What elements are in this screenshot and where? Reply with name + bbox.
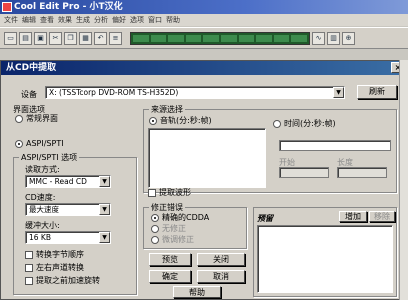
- checkbox-label: 提取之前加速旋转: [36, 276, 100, 285]
- add-button[interactable]: 增加: [339, 211, 367, 222]
- vertical-scrollbar[interactable]: [399, 60, 408, 300]
- checkbox-icon: [25, 250, 33, 259]
- time-radio-label: 时间(分:秒:帧): [284, 119, 336, 128]
- refresh-button[interactable]: 刷新: [357, 85, 397, 99]
- chevron-down-icon: ▼: [333, 87, 344, 98]
- interface-option-standard[interactable]: 常规界面: [15, 114, 58, 124]
- device-select-value: X: (TSSTcorp DVD-ROM TS-H352D): [49, 88, 179, 97]
- toolbar-spectrum-icon[interactable]: ▥: [327, 31, 340, 45]
- toolbar-zoom-icon[interactable]: ⊕: [342, 31, 355, 45]
- help-button[interactable]: 帮助: [173, 286, 221, 298]
- toolbar-undo-icon[interactable]: ↶: [94, 31, 107, 45]
- time-radio[interactable]: 时间(分:秒:帧): [273, 119, 336, 129]
- checkbox-icon: [148, 188, 156, 197]
- app-toolbar: ▭ ▤ ▣ ✂ ❐ ▦ ↶ ≡ ∿ ▥ ⊕: [0, 27, 408, 49]
- menu-item[interactable]: 选项: [130, 14, 144, 26]
- toolbar-open-icon[interactable]: ▤: [19, 31, 32, 45]
- toolbar-cut-icon[interactable]: ✂: [49, 31, 62, 45]
- dialog-title: 从CD中提取: [6, 63, 57, 73]
- app-title: Cool Edit Pro - 小T汉化: [14, 2, 123, 12]
- checkbox-icon: [25, 263, 33, 272]
- dialog-title-bar: 从CD中提取 ×: [1, 61, 407, 75]
- length-field[interactable]: [337, 167, 387, 178]
- radio-icon: [151, 235, 159, 244]
- app-icon: [2, 2, 12, 12]
- source-group-title: 来源选择: [149, 104, 185, 115]
- radio-icon: [273, 119, 281, 128]
- cancel-button[interactable]: 取消: [197, 270, 245, 283]
- remove-button[interactable]: 移除: [369, 211, 395, 222]
- menu-item[interactable]: 编辑: [22, 14, 36, 26]
- radio-icon: [15, 114, 23, 123]
- chevron-down-icon: ▼: [99, 176, 110, 187]
- correction-option-accurate[interactable]: 精确的CDDA: [151, 213, 209, 223]
- app-title-bar: Cool Edit Pro - 小T汉化: [0, 0, 408, 14]
- correction-group-title: 修正错误: [149, 202, 185, 213]
- toolbar-copy-icon[interactable]: ❐: [64, 31, 77, 45]
- device-label: 设备: [21, 90, 37, 99]
- menu-item[interactable]: 效果: [58, 14, 72, 26]
- read-mode-value: MMC - Read CD: [29, 177, 87, 186]
- interface-option-label: ASPI/SPTI: [26, 139, 64, 148]
- checkbox-label: 左右声道转换: [36, 263, 84, 272]
- read-mode-select[interactable]: MMC - Read CD ▼: [25, 175, 111, 188]
- app-menu-bar: 文件 编辑 查看 效果 生成 分析 偏好 选项 窗口 帮助: [0, 14, 408, 26]
- extract-waveform-label: 提取波形: [159, 188, 191, 197]
- radio-selected-icon: [149, 116, 157, 125]
- toolbar-new-icon[interactable]: ▭: [4, 31, 17, 45]
- menu-item[interactable]: 偏好: [112, 14, 126, 26]
- correction-option-none[interactable]: 无修正: [151, 224, 186, 234]
- radio-selected-icon: [151, 213, 159, 222]
- extract-cd-dialog: 从CD中提取 × 设备 X: (TSSTcorp DVD-ROM TS-H352…: [0, 60, 408, 300]
- buffer-size-value: 16 KB: [29, 233, 51, 242]
- radio-selected-icon: [15, 139, 23, 148]
- track-radio-label: 音轨(分:秒:帧): [160, 116, 212, 125]
- track-list[interactable]: [148, 128, 266, 188]
- correction-option-label: 精确的CDDA: [162, 213, 210, 222]
- cd-speed-select[interactable]: 最大速度 ▼: [25, 203, 111, 216]
- checkbox-icon: [25, 276, 33, 285]
- close-button[interactable]: 关闭: [197, 253, 245, 266]
- start-field[interactable]: [279, 167, 329, 178]
- cd-speed-value: 最大速度: [29, 205, 59, 214]
- preview-button[interactable]: 预览: [149, 253, 191, 266]
- toolbar-mix-icon[interactable]: ≡: [109, 31, 122, 45]
- chevron-down-icon: ▼: [99, 232, 110, 243]
- toolbar-effects-strip[interactable]: [130, 31, 310, 45]
- track-radio[interactable]: 音轨(分:秒:帧): [149, 116, 212, 126]
- buffer-size-select[interactable]: 16 KB ▼: [25, 231, 111, 244]
- buffer-size-label: 缓冲大小:: [25, 221, 60, 230]
- menu-item[interactable]: 查看: [40, 14, 54, 26]
- queue-label: 预留: [257, 214, 273, 223]
- menu-item[interactable]: 窗口: [148, 14, 162, 26]
- correction-option-label: 无修正: [162, 224, 186, 233]
- device-select[interactable]: X: (TSSTcorp DVD-ROM TS-H352D) ▼: [45, 86, 345, 99]
- interface-option-label: 常规界面: [26, 114, 58, 123]
- read-mode-label: 读取方式:: [25, 165, 60, 174]
- cd-speed-label: CD速度:: [25, 193, 56, 202]
- menu-item[interactable]: 生成: [76, 14, 90, 26]
- time-range-field[interactable]: [279, 140, 391, 151]
- interface-option-aspi[interactable]: ASPI/SPTI: [15, 139, 64, 149]
- checkbox-label: 转换字节顺序: [36, 250, 84, 259]
- radio-icon: [151, 224, 159, 233]
- swap-channels-checkbox[interactable]: 左右声道转换: [25, 263, 84, 273]
- spin-up-checkbox[interactable]: 提取之前加速旋转: [25, 276, 100, 286]
- extract-waveform-checkbox[interactable]: 提取波形: [148, 188, 191, 198]
- swap-bytes-checkbox[interactable]: 转换字节顺序: [25, 250, 84, 260]
- menu-item[interactable]: 文件: [4, 14, 18, 26]
- toolbar-paste-icon[interactable]: ▦: [79, 31, 92, 45]
- queue-list[interactable]: [257, 225, 393, 293]
- menu-item[interactable]: 分析: [94, 14, 108, 26]
- ok-button[interactable]: 确定: [149, 270, 191, 283]
- correction-option-label: 微调修正: [162, 235, 194, 244]
- chevron-down-icon: ▼: [99, 204, 110, 215]
- aspi-group-title: ASPI/SPTI 选项: [19, 152, 80, 163]
- toolbar-wave-icon[interactable]: ∿: [312, 31, 325, 45]
- toolbar-save-icon[interactable]: ▣: [34, 31, 47, 45]
- menu-item[interactable]: 帮助: [166, 14, 180, 26]
- correction-option-fine[interactable]: 微调修正: [151, 235, 194, 245]
